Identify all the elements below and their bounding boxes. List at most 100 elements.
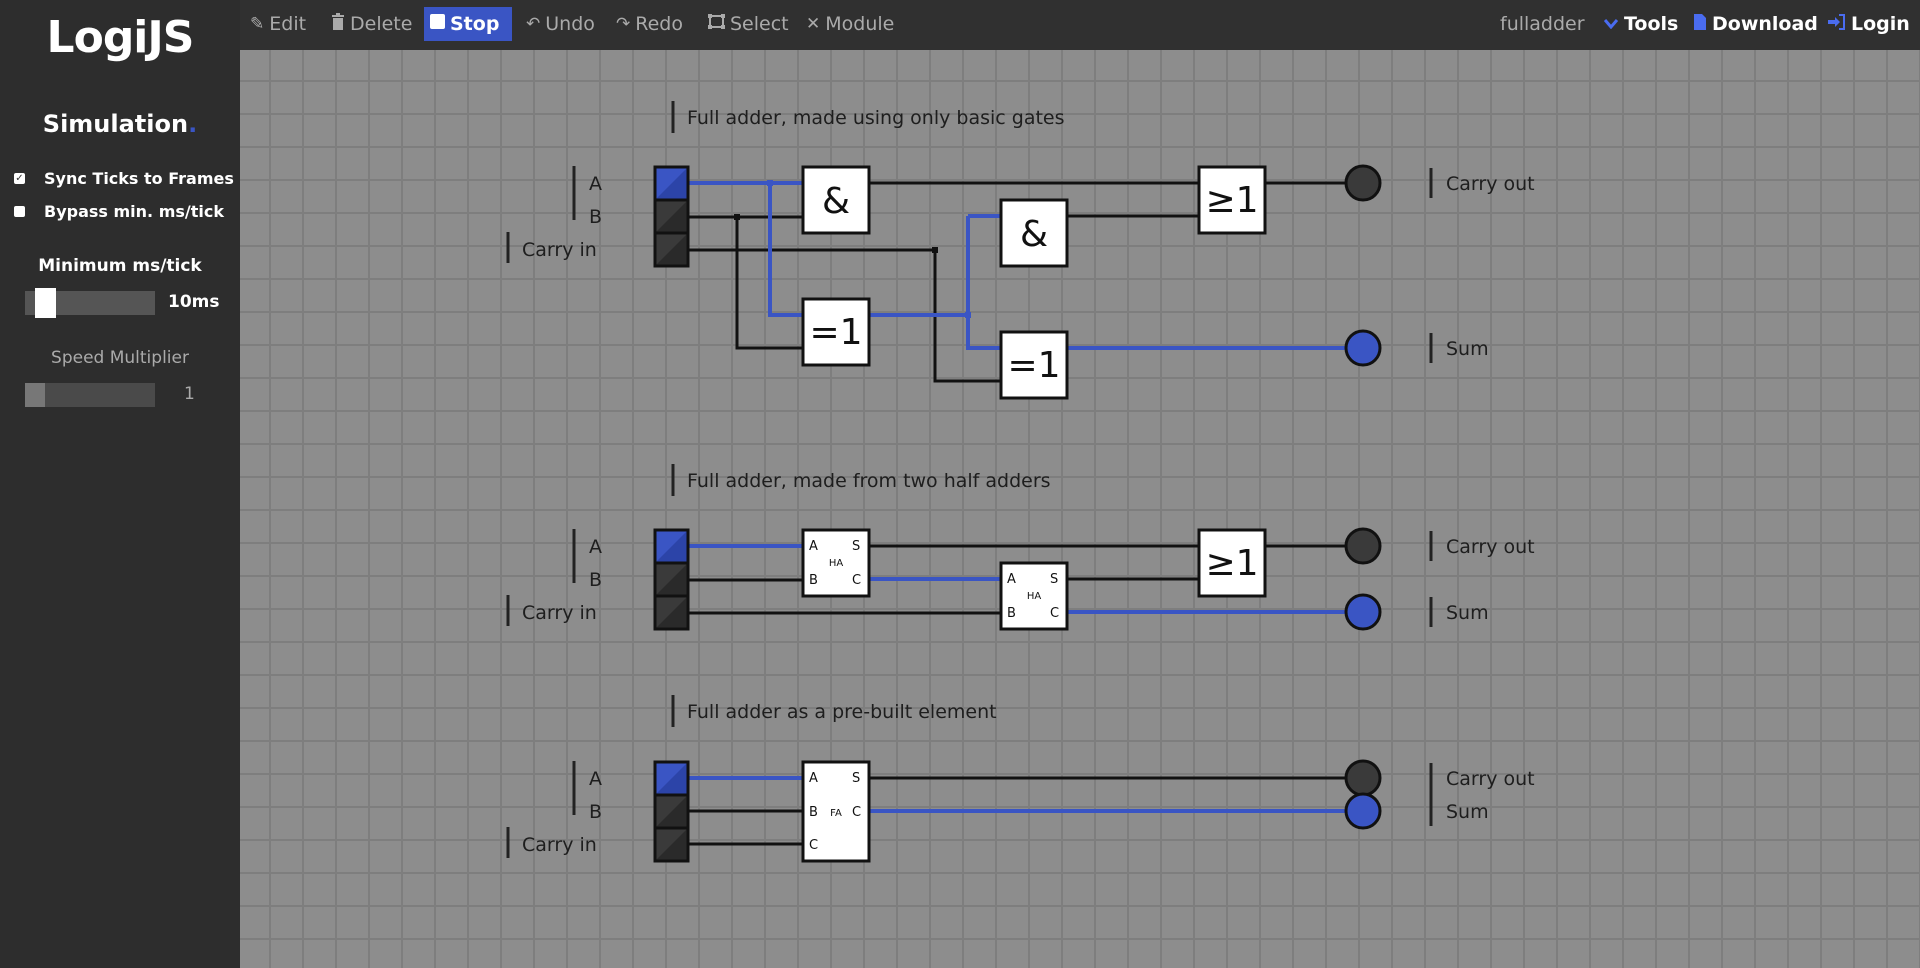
circuit1-label-carry-out: Carry out — [1446, 173, 1535, 195]
full-adder-element[interactable]: A B C S C FA — [801, 760, 871, 863]
circuit3-label-carry-in: Carry in — [522, 834, 597, 856]
output-lamp-sum — [1344, 792, 1382, 830]
junction — [932, 247, 938, 253]
input-switch-carry-in[interactable] — [653, 826, 690, 863]
junction — [734, 214, 740, 220]
svg-text:HA: HA — [829, 558, 844, 569]
speed-value: 1 — [184, 384, 195, 404]
output-lamp-sum — [1344, 593, 1382, 631]
or-gate-1[interactable]: ≥1 — [1197, 528, 1267, 598]
circuit1-label-sum: Sum — [1446, 338, 1489, 360]
sync-ticks-option[interactable]: ✓ Sync Ticks to Frames — [14, 168, 234, 188]
svg-text:B: B — [1007, 606, 1016, 621]
svg-text:S: S — [852, 771, 860, 786]
svg-text:FA: FA — [830, 808, 842, 819]
output-lamp-sum — [1344, 329, 1382, 367]
login-icon — [1828, 13, 1845, 35]
sync-ticks-checkbox[interactable]: ✓ — [14, 172, 25, 184]
check-icon: ✓ — [15, 172, 24, 184]
circuit2-label-a: A — [589, 536, 602, 558]
output-lamp-carry — [1344, 527, 1382, 565]
trash-icon — [331, 13, 345, 35]
file-icon — [1694, 13, 1706, 35]
circuit2-label-carry-out: Carry out — [1446, 536, 1535, 558]
undo-button[interactable]: ↶ Undo — [520, 7, 601, 41]
simulation-heading: Simulation. — [42, 110, 198, 138]
and-gate-1[interactable]: & — [801, 165, 871, 235]
circuit-half-adders: Full adder, made from two half adders A … — [506, 464, 1535, 631]
svg-text:=1: =1 — [1007, 345, 1060, 386]
bypass-option[interactable]: Bypass min. ms/tick — [14, 201, 224, 221]
output-lamp-carry — [1344, 759, 1382, 797]
svg-text:=1: =1 — [809, 312, 862, 353]
svg-text:C: C — [809, 838, 818, 853]
svg-text:A: A — [809, 539, 818, 554]
svg-text:S: S — [1050, 572, 1058, 587]
min-ms-slider[interactable] — [25, 288, 155, 318]
circuit2-label-sum: Sum — [1446, 602, 1489, 624]
circuit-canvas[interactable]: Full adder, made using only basic gates … — [240, 50, 1920, 968]
input-switch-b[interactable] — [653, 198, 690, 235]
min-ms-label: Minimum ms/tick — [38, 256, 202, 276]
and-gate-2[interactable]: & — [999, 198, 1069, 268]
circuit-drawing[interactable]: Full adder, made using only basic gates … — [240, 50, 1920, 968]
circuit3-label-b: B — [589, 801, 602, 823]
login-button[interactable]: Login — [1828, 7, 1910, 41]
input-switch-a[interactable] — [653, 760, 690, 797]
input-switch-a[interactable] — [653, 528, 690, 565]
circuit2-label-b: B — [589, 569, 602, 591]
xor-gate-2[interactable]: =1 — [999, 330, 1069, 400]
pencil-icon: ✎ — [250, 14, 265, 34]
input-switch-b[interactable] — [653, 561, 690, 598]
input-switch-b[interactable] — [653, 793, 690, 830]
input-switch-carry-in[interactable] — [653, 231, 690, 268]
select-icon — [708, 14, 725, 34]
module-button[interactable]: ✕ Module — [800, 7, 900, 41]
or-gate-1[interactable]: ≥1 — [1197, 165, 1267, 235]
circuit2-title: Full adder, made from two half adders — [687, 470, 1051, 492]
circuit1-label-a: A — [589, 173, 602, 195]
redo-button[interactable]: ↷ Redo — [610, 7, 689, 41]
svg-text:S: S — [852, 539, 860, 554]
circuit3-title: Full adder as a pre-built element — [687, 701, 997, 723]
app-logo: LogiJS — [46, 12, 195, 63]
speed-slider[interactable] — [25, 383, 155, 407]
svg-text:A: A — [1007, 572, 1016, 587]
redo-icon: ↷ — [616, 14, 631, 34]
undo-icon: ↶ — [526, 14, 541, 34]
circuit1-title: Full adder, made using only basic gates — [687, 107, 1065, 129]
sync-ticks-label: Sync Ticks to Frames — [44, 168, 234, 188]
svg-text:A: A — [809, 771, 818, 786]
half-adder-2[interactable]: A B S C HA — [999, 561, 1069, 631]
sidebar: LogiJS Simulation. ✓ Sync Ticks to Frame… — [0, 0, 240, 968]
tools-icon: ✕ — [806, 14, 821, 34]
bypass-label: Bypass min. ms/tick — [44, 201, 224, 221]
edit-button[interactable]: ✎ Edit — [244, 7, 312, 41]
bypass-checkbox[interactable] — [14, 205, 25, 217]
svg-text:HA: HA — [1027, 591, 1042, 602]
circuit2-label-carry-in: Carry in — [522, 602, 597, 624]
chevron-down-icon — [1603, 14, 1619, 34]
toolbar: ✎ Edit Delete Stop ↶ Undo ↷ Redo Select ✕ Mo… — [240, 0, 1920, 50]
min-ms-value: 10ms — [168, 292, 220, 312]
input-switch-a[interactable] — [653, 165, 690, 202]
svg-text:&: & — [1020, 214, 1048, 255]
select-button[interactable]: Select — [702, 7, 795, 41]
delete-button[interactable]: Delete — [325, 7, 418, 41]
svg-text:B: B — [809, 805, 818, 820]
svg-text:C: C — [1050, 606, 1059, 621]
tools-menu[interactable]: Tools — [1603, 7, 1678, 41]
speed-slider-thumb[interactable] — [25, 383, 45, 407]
output-lamp-carry — [1344, 164, 1382, 202]
svg-text:C: C — [852, 805, 861, 820]
input-switch-carry-in[interactable] — [653, 594, 690, 631]
svg-text:&: & — [822, 181, 850, 222]
svg-text:B: B — [809, 573, 818, 588]
stop-button[interactable]: Stop — [424, 7, 512, 41]
svg-text:≥1: ≥1 — [1205, 180, 1258, 221]
xor-gate-1[interactable]: =1 — [801, 297, 871, 367]
half-adder-1[interactable]: A B S C HA — [801, 528, 871, 598]
speed-label: Speed Multiplier — [51, 348, 189, 368]
download-button[interactable]: Download — [1694, 7, 1818, 41]
min-ms-slider-thumb[interactable] — [35, 288, 56, 318]
